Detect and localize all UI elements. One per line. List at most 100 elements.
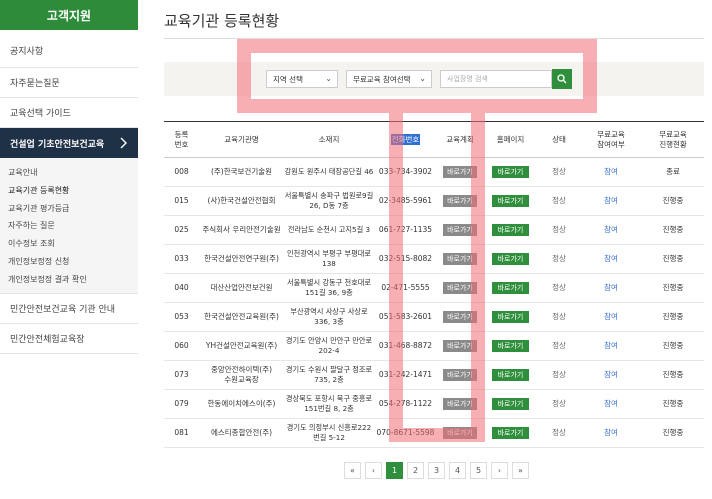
homepage-link-button[interactable]: 바로가기 — [491, 340, 530, 352]
submenu-item-rating[interactable]: 교육기관 평가등급 — [0, 200, 138, 218]
homepage-link-button[interactable]: 바로가기 — [491, 282, 530, 294]
sidebar-item-guide[interactable]: 교육선택 가이드 — [0, 98, 138, 128]
submenu-item-registration[interactable]: 교육기관 등록현황 — [0, 182, 138, 200]
sidebar-active-label: 건설업 기초안전보건교육 — [10, 139, 105, 150]
free-education-select[interactable]: 무료교육 참여선택 ⌄ — [346, 70, 432, 88]
search-input[interactable] — [440, 70, 552, 88]
table-row: 079 한동에이치에스이(주) 경상북도 포항시 북구 중흥로151번길 8, 2층… — [164, 390, 704, 419]
search-panel: 지역 선택 ⌄ 무료교육 참여선택 ⌄ — [164, 62, 704, 96]
cell-address: 부산광역시 사상구 사상로 336, 3층 — [290, 307, 368, 326]
cell-address: 경기도 의정부시 신흥로222번길 5-12 — [286, 423, 372, 442]
plan-link-button[interactable]: 바로가기 — [443, 195, 477, 207]
cell-homepage: 바로가기 — [483, 216, 538, 245]
plan-link-button[interactable]: 바로가기 — [443, 427, 477, 439]
table-row: 033 한국건설안전연구원(주) 인천광역시 부평구 부평대로 138 032-515… — [164, 245, 704, 274]
page-last-button[interactable]: » — [512, 462, 529, 479]
cell-progress: 진행중 — [662, 253, 684, 263]
homepage-link-button[interactable]: 바로가기 — [491, 427, 530, 439]
page-4-button[interactable]: 4 — [449, 462, 466, 479]
pagination: « ‹ 1 2 3 4 5 › » — [344, 462, 529, 480]
cell-homepage: 바로가기 — [483, 187, 538, 216]
chevron-right-icon — [120, 137, 127, 149]
plan-link-button[interactable]: 바로가기 — [443, 398, 477, 410]
submenu-item-guide[interactable]: 교육안내 — [0, 164, 138, 182]
cell-participation[interactable]: 참여 — [580, 274, 642, 303]
cell-participation[interactable]: 참여 — [580, 303, 642, 332]
homepage-link-button[interactable]: 바로가기 — [491, 398, 530, 410]
cell-name: (주)한국보건기술원 — [210, 166, 273, 176]
cell-participation[interactable]: 참여 — [580, 245, 642, 274]
cell-name: (사)한국건설안전협회 — [207, 195, 276, 205]
sidebar-item-experience-center[interactable]: 민간안전체험교육장 — [0, 324, 138, 354]
cell-state: 정상 — [552, 369, 566, 379]
cell-address: 경기도 안양시 만안구 만안로 202-4 — [285, 336, 373, 355]
homepage-link-button[interactable]: 바로가기 — [491, 311, 530, 323]
plan-link-button[interactable]: 바로가기 — [443, 369, 477, 381]
cell-plan: 바로가기 — [437, 245, 483, 274]
plan-link-button[interactable]: 바로가기 — [443, 282, 477, 294]
submenu-item-correction-request[interactable]: 개인정보정정 신청 — [0, 253, 138, 271]
cell-participation[interactable]: 참여 — [580, 158, 642, 187]
cell-progress: 진행중 — [662, 311, 684, 321]
cell-progress: 종료 — [666, 166, 680, 176]
cell-address: 강원도 원주시 태장공단길 46 — [284, 167, 374, 177]
cell-participation[interactable]: 참여 — [580, 390, 642, 419]
search-button[interactable] — [552, 69, 572, 89]
cell-state: 정상 — [552, 195, 566, 205]
cell-participation[interactable]: 참여 — [580, 332, 642, 361]
sidebar-item-notice[interactable]: 공지사항 — [0, 34, 138, 68]
cell-homepage: 바로가기 — [483, 245, 538, 274]
header-free-participation: 무료교육 참여여부 — [580, 121, 642, 158]
page-prev-button[interactable]: ‹ — [365, 462, 382, 479]
cell-participation[interactable]: 참여 — [580, 361, 642, 390]
region-select[interactable]: 지역 선택 ⌄ — [266, 70, 338, 88]
main-content: 교육기관 등록현황 지역 선택 ⌄ 무료교육 참여선택 ⌄ 사업장명 검색 등록… — [164, 0, 704, 499]
cell-progress: 진행중 — [662, 195, 684, 205]
cell-participation[interactable]: 참여 — [580, 187, 642, 216]
sidebar: 고객지원 공지사항 자주묻는질문 교육선택 가이드 건설업 기초안전보건교육 교… — [0, 0, 138, 499]
homepage-link-button[interactable]: 바로가기 — [491, 195, 530, 207]
header-homepage: 홈페이지 — [483, 121, 538, 158]
cell-homepage: 바로가기 — [483, 419, 538, 448]
homepage-link-button[interactable]: 바로가기 — [491, 224, 530, 236]
page-3-button[interactable]: 3 — [428, 462, 445, 479]
cell-progress: 진행중 — [662, 369, 684, 379]
submenu-item-correction-result[interactable]: 개인정보정정 결과 확인 — [0, 271, 138, 289]
page-first-button[interactable]: « — [344, 462, 361, 479]
submenu-item-faq[interactable]: 자주하는 질문 — [0, 217, 138, 235]
table-row: 015 (사)한국건설안전협회 서울특별시 송파구 법원로9길 26, D동 7층 0… — [164, 187, 704, 216]
page-next-button[interactable]: › — [491, 462, 508, 479]
cell-tel: 061-727-1135 — [378, 224, 433, 234]
plan-link-button[interactable]: 바로가기 — [443, 166, 477, 178]
page-5-button[interactable]: 5 — [470, 462, 487, 479]
sidebar-item-private-institutions[interactable]: 민간안전보건교육 기관 안내 — [0, 294, 138, 324]
homepage-link-button[interactable]: 바로가기 — [491, 166, 530, 178]
plan-link-button[interactable]: 바로가기 — [443, 224, 477, 236]
header-address: 소재지 — [284, 121, 374, 158]
cell-no: 079 — [174, 398, 189, 408]
homepage-link-button[interactable]: 바로가기 — [491, 253, 530, 265]
page-1-button[interactable]: 1 — [386, 462, 403, 479]
cell-address: 경기도 수원시 팔달구 정조로 735, 2층 — [285, 365, 373, 384]
institution-table: 등록 번호 교육기관명 소재지 전화번호 교육계획 홈페이지 상태 무료교육 참… — [164, 121, 704, 448]
cell-participation[interactable]: 참여 — [580, 419, 642, 448]
homepage-link-button[interactable]: 바로가기 — [491, 369, 530, 381]
page-2-button[interactable]: 2 — [407, 462, 424, 479]
table-row: 060 YH건설안전교육원(주) 경기도 안양시 만안구 만안로 202-4 031-… — [164, 332, 704, 361]
cell-participation[interactable]: 참여 — [580, 216, 642, 245]
cell-plan: 바로가기 — [437, 216, 483, 245]
cell-plan: 바로가기 — [437, 419, 483, 448]
plan-link-button[interactable]: 바로가기 — [443, 340, 477, 352]
plan-link-button[interactable]: 바로가기 — [443, 311, 477, 323]
submenu-item-completion[interactable]: 이수정보 조회 — [0, 235, 138, 253]
cell-address: 인천광역시 부평구 부평대로 138 — [287, 249, 371, 268]
cell-name: 대산산업안전보건원 — [210, 282, 273, 292]
sidebar-item-construction-safety[interactable]: 건설업 기초안전보건교육 — [0, 128, 138, 158]
header-free-progress: 무료교육 진행현황 — [642, 121, 704, 158]
cell-name: 에스티종합안전(주) — [210, 427, 273, 437]
cell-no: 033 — [174, 253, 189, 263]
table-row: 040 대산산업안전보건원 서울특별시 강동구 천호대로151길 36, 9층 02-… — [164, 274, 704, 303]
sidebar-item-faq[interactable]: 자주묻는질문 — [0, 68, 138, 98]
plan-link-button[interactable]: 바로가기 — [443, 253, 477, 265]
header-name: 교육기관명 — [199, 121, 284, 158]
